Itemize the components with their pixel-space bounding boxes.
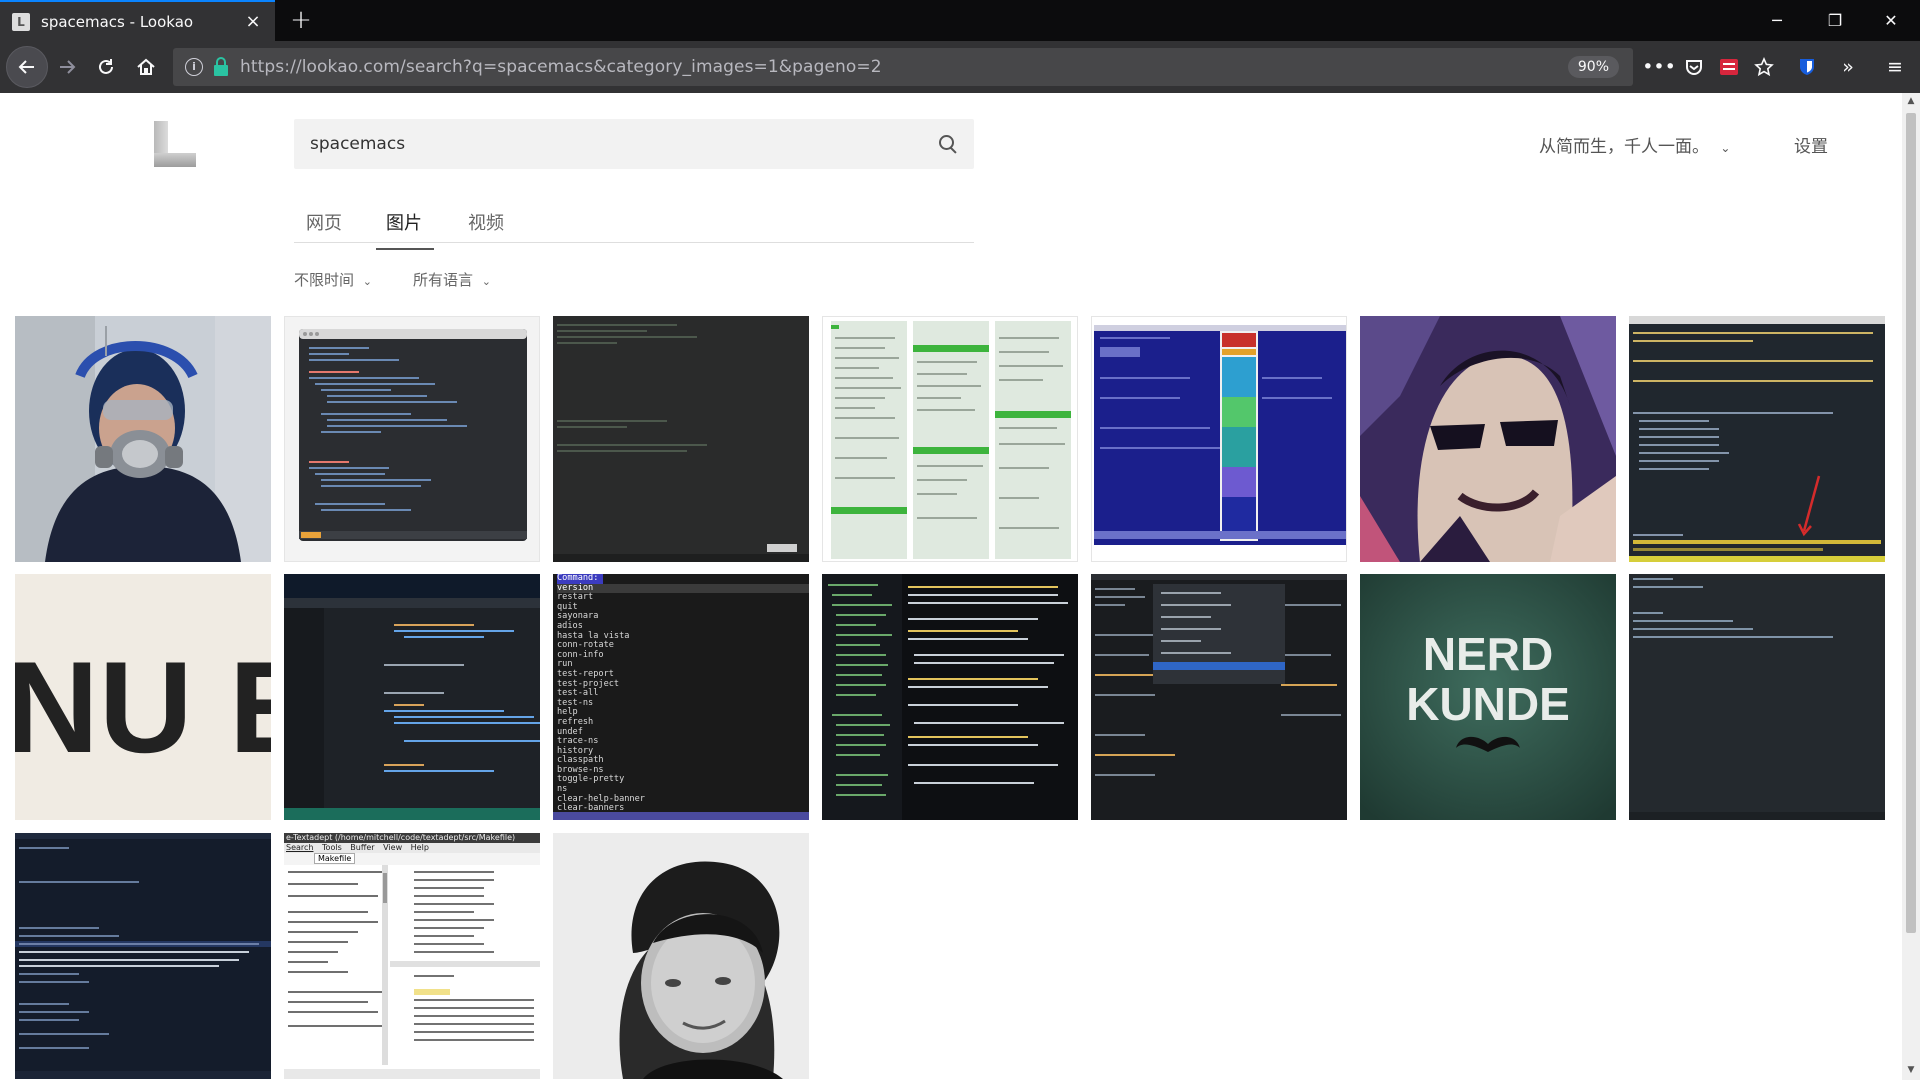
image-result-10[interactable]: Command: version restart quit sayonara adios… [553,574,809,820]
image-result-8[interactable]: NU E [15,574,271,820]
command-list-item: help [557,707,578,718]
restore-window-button[interactable]: ❐ [1806,0,1864,41]
nerd-text: NERD [1423,628,1553,680]
image-result-7[interactable] [1629,316,1885,562]
image-result-2[interactable] [284,316,540,562]
image-result-4[interactable] [822,316,1078,562]
close-window-button[interactable]: ✕ [1862,0,1920,41]
forward-arrow-icon [60,60,76,74]
textadept-menu-item: Tools [322,843,342,852]
image-result-12[interactable] [1091,574,1347,820]
nue-text: NU E [15,634,271,780]
command-list-item: restart [557,592,594,603]
site-info-icon[interactable]: i [185,58,203,76]
command-list-item: toggle-pretty [557,774,625,785]
tab-web[interactable]: 网页 [306,209,342,235]
lock-icon[interactable] [214,56,228,76]
minimize-window-button[interactable]: ─ [1748,0,1806,41]
tab-videos[interactable]: 视频 [468,209,504,235]
scroll-down-icon[interactable]: ▼ [1905,1065,1917,1077]
lookao-favicon-icon: L [12,12,30,31]
time-filter-label: 不限时间 [294,271,355,289]
image-result-14[interactable] [1629,574,1885,820]
search-input[interactable]: spacemacs [310,134,938,154]
image-result-6[interactable] [1360,316,1616,562]
image-result-13[interactable]: NERD KUNDE [1360,574,1616,820]
reload-icon [99,59,113,74]
active-tab-indicator [376,248,434,250]
chevron-down-icon: ⌄ [1720,141,1731,155]
home-icon [137,58,155,75]
url-text[interactable]: https://lookao.com/search?q=spacemacs&ca… [240,57,1568,77]
textadept-menu-item: View [383,843,403,852]
chevron-down-icon: ⌄ [481,275,492,288]
chevron-down-icon: ⌄ [362,275,373,288]
time-filter[interactable]: 不限时间 ⌄ [294,269,372,290]
search-icon[interactable] [938,134,958,154]
tab-images[interactable]: 图片 [386,209,422,235]
textadept-menu-item: Buffer [350,843,375,852]
command-list-item: version [557,583,809,594]
extension-red-icon[interactable] [1715,53,1743,81]
command-list-item: refresh [557,716,594,727]
overflow-chevron-icon[interactable]: » [1834,53,1862,81]
back-arrow-icon [18,60,34,74]
tab-strip: L spacemacs - Lookao × + ─ ❐ ✕ [0,0,1920,41]
image-result-16[interactable]: e-Textadept (/home/mitchell/code/textade… [284,833,540,1079]
image-result-17[interactable] [553,833,809,1079]
bitwarden-shield-icon[interactable] [1793,53,1821,81]
tab-title: spacemacs - Lookao [41,12,194,31]
textadept-menubar: Search Tools Buffer View Help [284,843,540,853]
language-filter[interactable]: 所有语言 ⌄ [413,269,491,290]
slogan-text: 从简而生，千人一面。 [1539,137,1709,157]
page-scrollbar[interactable]: ▲ ▼ [1902,93,1920,1080]
kunde-text: KUNDE [1406,678,1570,730]
image-result-9[interactable] [284,574,540,820]
home-button[interactable] [128,49,164,85]
command-list-item: conn-info [557,649,604,660]
command-list-item: trace-ns [557,736,599,747]
close-tab-icon[interactable]: × [243,11,263,32]
textadept-tab: Makefile [314,853,356,864]
image-result-3[interactable] [553,316,809,562]
settings-link[interactable]: 设置 [1794,132,1828,157]
page-actions-icon[interactable]: ••• [1642,53,1676,81]
image-result-11[interactable] [822,574,1078,820]
scrollbar-thumb[interactable] [1906,113,1916,933]
page-content: spacemacs 从简而生，千人一面。 ⌄ 设置 网页 图片 视频 不限时间 … [0,93,1902,1080]
command-list-item: test-all [557,688,599,699]
textadept-menu-item: Search [286,843,314,852]
category-tabs: 网页 图片 视频 [294,185,974,243]
image-result-1[interactable] [15,316,271,562]
back-button[interactable] [6,46,48,88]
tab-active[interactable]: L spacemacs - Lookao × [0,0,275,41]
command-list: version restart quit sayonara adios hasta la … [557,583,809,814]
image-result-15[interactable] [15,833,271,1079]
navigation-toolbar: i https://lookao.com/search?q=spacemacs&… [0,41,1920,93]
bookmark-star-icon[interactable] [1750,53,1778,81]
search-box[interactable]: spacemacs [294,119,974,169]
hamburger-menu-icon[interactable]: ≡ [1881,53,1909,81]
address-bar[interactable]: i https://lookao.com/search?q=spacemacs&… [173,48,1633,86]
lookao-logo[interactable] [154,121,196,167]
zoom-indicator[interactable]: 90% [1567,56,1619,78]
command-list-item: sayonara [557,611,599,622]
textadept-title: e-Textadept (/home/mitchell/code/textade… [284,833,540,843]
language-filter-label: 所有语言 [413,271,474,289]
image-result-5[interactable] [1091,316,1347,562]
reload-button[interactable] [88,49,124,85]
forward-button[interactable] [49,49,85,85]
command-list-item: test-ns [557,697,594,708]
textadept-menu-item: Help [410,843,429,852]
new-tab-button[interactable]: + [286,5,316,35]
pocket-icon[interactable] [1680,53,1708,81]
theme-selector[interactable]: 从简而生，千人一面。 ⌄ [1539,132,1730,157]
scroll-up-icon[interactable]: ▲ [1905,96,1917,108]
